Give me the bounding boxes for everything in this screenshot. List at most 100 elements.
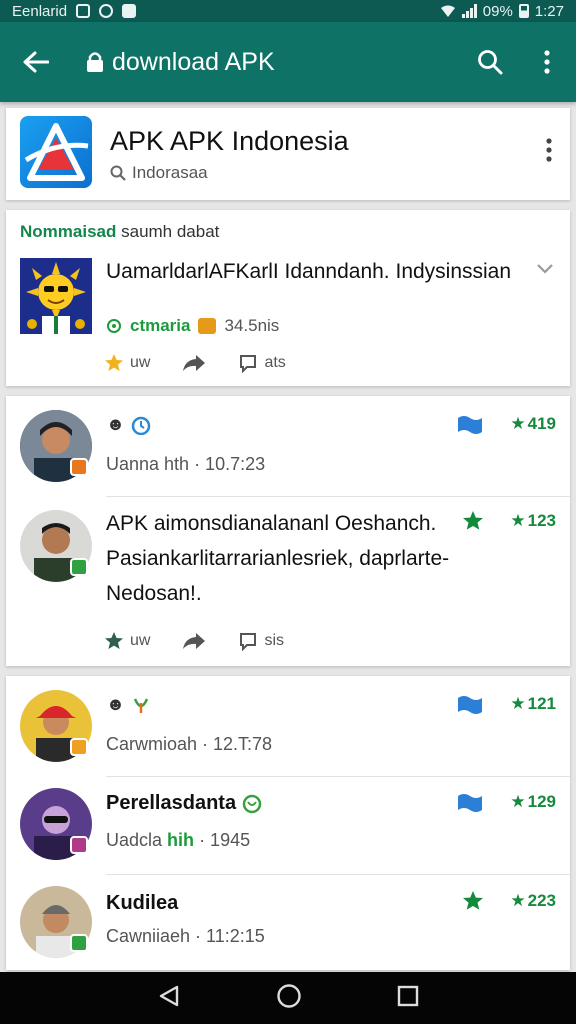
user-name: ☻ <box>106 414 151 435</box>
nav-recents-icon <box>397 985 418 1006</box>
notification-icon <box>99 4 114 18</box>
nav-home-icon <box>277 983 301 1008</box>
like-button[interactable]: uw <box>104 353 150 373</box>
like-label: uw <box>130 632 151 649</box>
app-subtitle: Indorasaa <box>110 163 208 183</box>
like-button[interactable]: uw <box>104 631 150 651</box>
flag-icon[interactable] <box>456 694 484 714</box>
post-tag[interactable]: ctmaria <box>130 316 190 336</box>
more-vert-icon <box>546 138 552 162</box>
comments-card: ☻ Uanna hth · 10.7:23 ★ 419 APK aimonsdia… <box>6 396 570 666</box>
leaf-icon <box>242 794 262 813</box>
app-header-card[interactable]: APK APK Indonesia Indorasaa <box>6 108 570 200</box>
battery-icon <box>518 4 529 18</box>
comment-stats: ★ 129 <box>456 792 556 812</box>
nav-back-button[interactable] <box>157 984 181 1013</box>
back-button[interactable] <box>0 22 72 102</box>
user-name-text: Perellasdanta <box>106 792 237 814</box>
post-meta: ctmaria 34.5nis <box>106 316 279 336</box>
share-icon <box>183 355 206 371</box>
nav-recents-button[interactable] <box>397 985 419 1012</box>
star-icon: ★ <box>510 694 526 713</box>
comment-stats: ★ 419 <box>456 414 556 434</box>
comment-count: ats <box>264 354 286 371</box>
system-nav-bar <box>0 972 576 1024</box>
wifi-icon <box>440 5 455 17</box>
overflow-menu-button[interactable] <box>518 22 576 102</box>
vote-count: 419 <box>527 414 556 433</box>
post-actions: uw ats <box>104 353 318 373</box>
user-badge <box>70 458 88 476</box>
star-icon <box>105 354 123 371</box>
featured-post-card: Nommaisad saumh dabat UamarldarlAFKarlI … <box>6 210 570 386</box>
share-button[interactable] <box>182 354 206 372</box>
comments-card: ☻ Carwmioah · 12.T:78 ★ 121 Perellasdanta… <box>6 676 570 970</box>
app-subtitle-text: Indorasaa <box>132 163 208 182</box>
more-vert-icon <box>544 50 550 74</box>
comment-stats: ★ 223 <box>462 890 556 912</box>
comment-icon <box>240 633 257 651</box>
clock: 1:27 <box>534 2 564 20</box>
notification-icon <box>76 4 91 18</box>
vote-count: 123 <box>527 511 556 530</box>
post-size: 34.5nis <box>224 316 280 335</box>
app-title: APK APK Indonesia <box>110 126 349 156</box>
app-menu-button[interactable] <box>546 138 552 167</box>
search-button[interactable] <box>462 22 518 102</box>
comment-stats: ★ 123 <box>462 510 556 532</box>
comment-meta-tag: hih <box>167 830 195 850</box>
star-icon[interactable] <box>462 510 484 532</box>
file-icon <box>198 318 217 334</box>
comment-meta: Uanna hth · 10.7:23 <box>106 454 266 474</box>
lock-icon <box>87 52 103 72</box>
section-label: Nommaisad saumh dabat <box>20 222 219 242</box>
carrier-label: Eenlarid <box>12 2 68 20</box>
post-thumbnail[interactable] <box>20 258 92 334</box>
star-icon: ★ <box>510 414 526 433</box>
list-item[interactable]: Perellasdanta Uadcla hih · 1945 ★ 129 <box>6 776 570 874</box>
user-name: Perellasdanta <box>106 792 262 815</box>
list-item[interactable]: Kudilea Cawniiaeh · 11:2:15 ★ 223 <box>6 874 570 970</box>
user-badge <box>70 836 88 854</box>
user-name: Kudilea <box>106 892 179 914</box>
comment-button[interactable]: sis <box>238 631 284 651</box>
share-button[interactable] <box>182 632 206 650</box>
section-label-highlight: Nommaisad <box>20 222 117 241</box>
list-item[interactable]: ☻ Carwmioah · 12.T:78 ★ 121 <box>6 676 570 776</box>
star-icon: ★ <box>510 792 526 811</box>
like-label: uw <box>130 354 151 371</box>
comment-meta: Uadcla hih · 1945 <box>106 830 250 851</box>
comment-meta-time: · 1945 <box>199 830 251 850</box>
comment-button[interactable]: ats <box>238 353 286 373</box>
vote-count: 129 <box>527 792 556 811</box>
back-arrow-icon <box>23 51 49 73</box>
timer-icon <box>131 416 151 435</box>
star-icon <box>105 632 123 649</box>
user-badge <box>70 558 88 576</box>
comment-text: APK aimonsdianalananl Oeshanch. Pasianka… <box>106 512 450 605</box>
nav-back-icon <box>160 985 179 1006</box>
list-item[interactable]: ☻ Uanna hth · 10.7:23 ★ 419 <box>6 396 570 496</box>
comment-stats: ★ 121 <box>456 694 556 714</box>
vote-count: 223 <box>527 891 556 910</box>
flag-icon[interactable] <box>456 792 484 812</box>
comment-meta-name: Uadcla <box>106 830 163 850</box>
mask-icon: ☻ <box>106 694 125 714</box>
flag-icon[interactable] <box>456 414 484 434</box>
expand-button[interactable] <box>536 262 554 280</box>
mask-icon: ☻ <box>106 414 125 434</box>
toolbar: download APK <box>0 22 576 102</box>
leaf-icon <box>133 697 149 713</box>
user-badge <box>70 738 88 756</box>
star-icon[interactable] <box>462 890 484 912</box>
nav-home-button[interactable] <box>276 983 302 1014</box>
section-label-rest: saumh dabat <box>121 222 220 241</box>
notification-icon <box>122 4 137 18</box>
star-icon: ★ <box>510 511 526 530</box>
post-actions: uw sis <box>104 631 316 651</box>
tag-icon <box>107 319 121 333</box>
signal-icon <box>461 4 477 18</box>
user-badge <box>70 934 88 952</box>
search-icon <box>110 165 126 181</box>
comment-meta: Carwmioah · 12.T:78 <box>106 734 273 754</box>
